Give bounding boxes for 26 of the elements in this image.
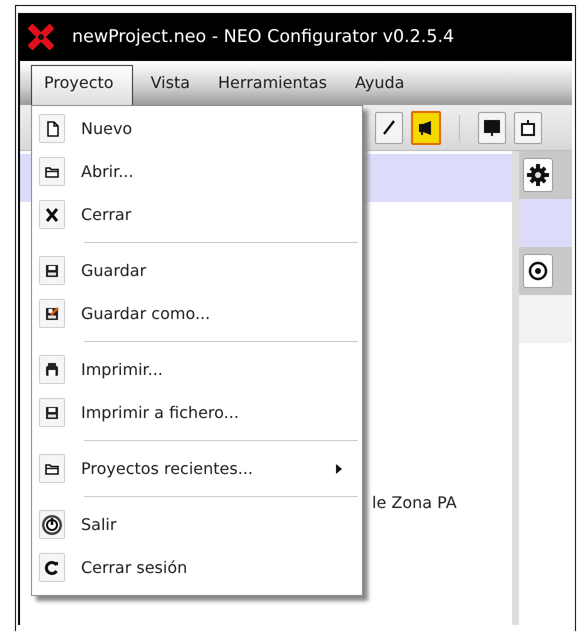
menu-option[interactable]: Guardar como... [32, 292, 362, 335]
menu-item[interactable]: Ayuda [341, 71, 418, 105]
menu-item[interactable]: Herramientas [204, 71, 341, 105]
toolbar-button[interactable] [411, 110, 441, 144]
tree-item[interactable]: le Zona PA [372, 493, 457, 512]
toolbar-button[interactable] [514, 112, 542, 144]
menu-item[interactable]: Proyecto [31, 65, 133, 105]
menu-option[interactable]: Guardar [32, 249, 362, 292]
submenu-arrow-icon [336, 464, 342, 474]
eye-icon[interactable] [523, 254, 553, 288]
window-title: newProject.neo - NEO Configurator v0.2.5.4 [72, 27, 454, 47]
menu-option[interactable]: Salir [32, 503, 362, 546]
menu-option[interactable]: Cerrar sesión [32, 546, 362, 589]
toolbar-button[interactable] [478, 112, 506, 144]
menu-option[interactable]: Abrir... [32, 150, 362, 193]
list-row[interactable] [519, 151, 572, 199]
menu-option[interactable]: Cerrar [32, 193, 362, 236]
menu-option[interactable]: Proyectos recientes... [32, 447, 362, 490]
toolbar-button[interactable] [375, 112, 403, 144]
settings-icon[interactable] [523, 158, 553, 192]
list-row[interactable] [519, 247, 572, 295]
menu-option[interactable]: Imprimir... [32, 348, 362, 391]
power-icon [40, 512, 64, 536]
menu-option[interactable]: Imprimir a fichero... [32, 391, 362, 434]
logo-icon [28, 24, 54, 50]
menu-item[interactable]: Vista [136, 71, 204, 105]
